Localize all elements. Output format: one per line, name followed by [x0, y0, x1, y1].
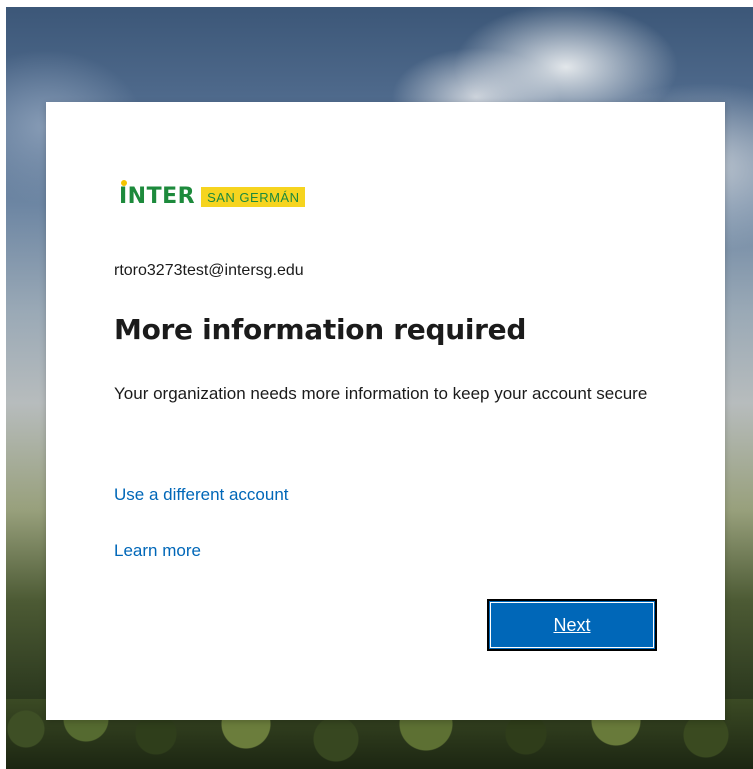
logo-dot-icon	[121, 180, 127, 186]
logo-campus-badge: SAN GERMÁN	[201, 187, 306, 207]
account-email: rtoro3273test@intersg.edu	[114, 262, 304, 279]
background-image: INTER SAN GERMÁN rtoro3273test@intersg.e…	[6, 7, 753, 769]
signin-card: INTER SAN GERMÁN rtoro3273test@intersg.e…	[46, 102, 725, 720]
logo-inter-text: INTER	[119, 180, 195, 209]
learn-more-link[interactable]: Learn more	[114, 541, 201, 561]
page-description: Your organization needs more information…	[114, 384, 648, 403]
use-different-account-link[interactable]: Use a different account	[114, 485, 289, 505]
organization-logo: INTER SAN GERMÁN	[119, 180, 306, 211]
page-title: More information required	[114, 313, 527, 346]
next-button[interactable]: Next	[487, 599, 657, 651]
